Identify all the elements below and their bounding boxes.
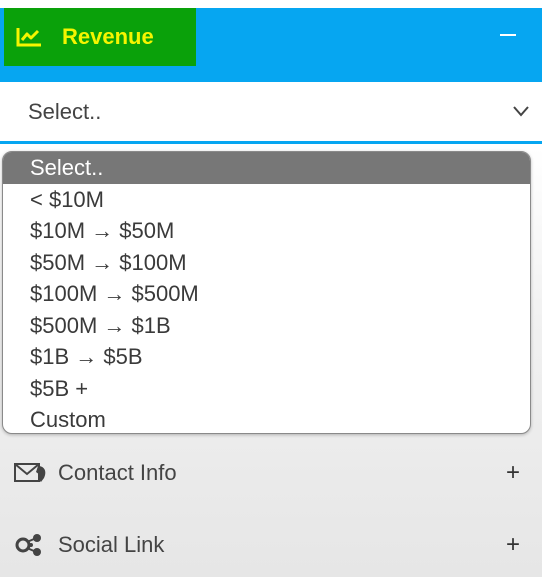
dropdown-option[interactable]: $10M → $50M (3, 215, 530, 247)
select-current-value: Select.. (28, 99, 102, 124)
dropdown-option[interactable]: $5B + (3, 373, 530, 405)
collapse-button[interactable] (500, 34, 516, 36)
social-link-section[interactable]: Social Link + (0, 525, 542, 565)
section-divider (0, 508, 542, 509)
dropdown-option[interactable]: $1B → $5B (3, 341, 530, 373)
top-strip (0, 0, 542, 8)
chevron-down-icon (513, 106, 529, 117)
dropdown-option[interactable]: < $10M (3, 184, 530, 216)
section-label: Contact Info (58, 460, 177, 485)
dropdown-option[interactable]: $500M → $1B (3, 310, 530, 342)
dropdown-option[interactable]: Select.. (3, 152, 530, 184)
contact-info-section[interactable]: Contact Info + (0, 453, 542, 493)
expand-button[interactable]: + (506, 459, 520, 487)
envelope-phone-icon (14, 463, 46, 482)
revenue-options-dropdown[interactable]: Select.. < $10M $10M → $50M $50M → $100M… (2, 151, 531, 434)
share-network-icon (15, 534, 41, 556)
expand-button[interactable]: + (506, 531, 520, 559)
section-title: Revenue (62, 24, 154, 49)
revenue-section-header[interactable]: Revenue (0, 8, 542, 82)
line-chart-icon (16, 28, 41, 47)
section-label: Social Link (58, 532, 165, 557)
revenue-select[interactable]: Select.. (0, 82, 542, 144)
dropdown-option[interactable]: $100M → $500M (3, 278, 530, 310)
dropdown-option[interactable]: $50M → $100M (3, 247, 530, 279)
revenue-header-label: Revenue (4, 8, 196, 66)
dropdown-option[interactable]: Custom (3, 404, 530, 433)
